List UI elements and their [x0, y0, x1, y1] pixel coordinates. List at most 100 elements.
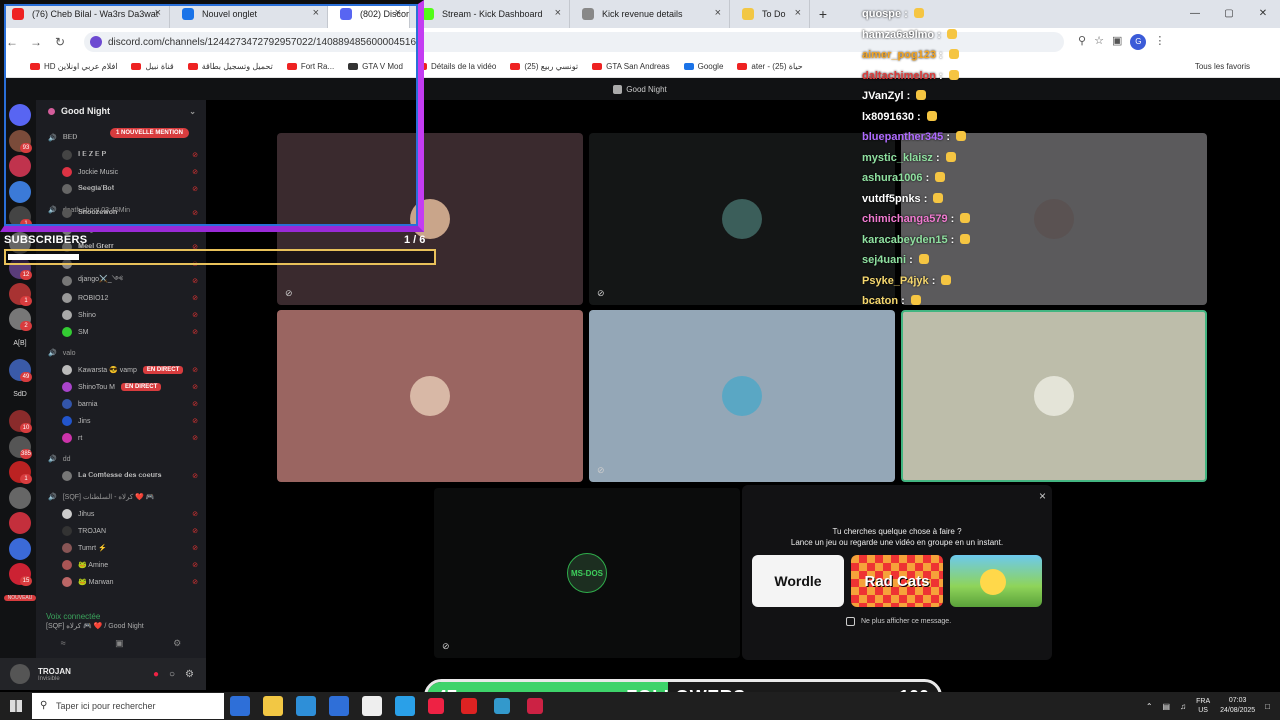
browser-tab[interactable]: (76) Cheb Bilal - Wa3rs Da3wat ×	[0, 0, 170, 28]
camera-icon[interactable]: ▣	[115, 638, 124, 649]
volume-icon[interactable]: ♫	[1180, 702, 1186, 711]
server-label[interactable]: NOUVEAU	[4, 594, 36, 601]
voice-channel[interactable]: 🔊 [SQF] كرلاه - السلطنات ❤️ 🎮	[36, 489, 206, 505]
voice-channel[interactable]: 🔊 𝐁𝐄𝐃	[36, 130, 206, 146]
voice-member[interactable]: TROJAN ⊘	[36, 523, 206, 539]
voice-member[interactable]: Kawarsta 😎 vamp EN DIRECT ⊘	[36, 362, 206, 378]
bookmark-item[interactable]: Fort Ra...	[286, 62, 334, 71]
participant-tile[interactable]: ⊘	[589, 133, 895, 305]
voice-channel[interactable]: 🔊 valo	[36, 345, 206, 361]
voice-member[interactable]: SM ⊘	[36, 324, 206, 340]
activity-icon[interactable]: ⚙	[173, 638, 181, 649]
bookmark-item[interactable]: قناة نبيل	[131, 62, 174, 71]
browser-tab[interactable]: Stream - Kick Dashboard ×	[410, 0, 570, 28]
participant-tile[interactable]	[277, 310, 583, 482]
bookmark-item[interactable]: ater - حياة (25)	[737, 62, 803, 71]
bookmark-item[interactable]: GTA V Mod	[348, 62, 403, 71]
mute-mic-icon[interactable]: ●	[153, 669, 159, 680]
game-card-rad-cats[interactable]: Rad Cats	[851, 555, 943, 607]
voice-member[interactable]: Jockie Music ⊘	[36, 164, 206, 180]
close-window-icon[interactable]: ✕	[1246, 0, 1280, 28]
voice-channel[interactable]: 🔊 dd	[36, 451, 206, 467]
taskbar-app-icon[interactable]	[428, 698, 444, 714]
close-tab-icon[interactable]: ×	[313, 7, 319, 19]
taskbar-app-icon[interactable]	[395, 696, 415, 716]
checkbox[interactable]	[846, 617, 855, 626]
language-indicator[interactable]: FRA US	[1196, 697, 1210, 715]
game-card-farm[interactable]	[950, 555, 1042, 607]
close-tab-icon[interactable]: ×	[555, 7, 561, 19]
browser-tab[interactable]: Nouvel onglet ×	[170, 0, 328, 28]
taskbar-app-icon[interactable]	[296, 696, 316, 716]
close-tab-icon[interactable]: ×	[795, 7, 801, 19]
taskbar-app-icon[interactable]	[494, 698, 510, 714]
voice-member[interactable]: 🐸 Amine ⊘	[36, 557, 206, 573]
headset-icon[interactable]: ○	[169, 669, 175, 680]
taskbar-app-icon[interactable]	[329, 696, 349, 716]
bookmark-item[interactable]: HD افلام عربي اونلاين	[30, 62, 117, 71]
close-tab-icon[interactable]: ×	[155, 7, 161, 19]
participant-tile[interactable]: ⊘	[589, 310, 895, 482]
voice-member[interactable]: barnia ⊘	[36, 396, 206, 412]
close-tab-icon[interactable]: ×	[395, 7, 401, 19]
star-icon[interactable]: ☆	[1094, 34, 1104, 50]
participant-tile[interactable]	[901, 310, 1207, 482]
user-avatar[interactable]	[10, 664, 30, 684]
voice-member[interactable]: 𝐈 𝐄 𝐙 𝐄 𝐏 ⊘	[36, 147, 206, 163]
participant-tile[interactable]: MS-DOS ⊘	[434, 488, 740, 658]
taskbar-app-icon[interactable]	[263, 696, 283, 716]
all-bookmarks[interactable]: Tous les favoris	[1195, 62, 1250, 71]
forward-icon[interactable]: →	[24, 35, 48, 49]
voice-member[interactable]: Shino ⊘	[36, 307, 206, 323]
taskbar-app-icon[interactable]	[362, 696, 382, 716]
taskbar-app-icon[interactable]	[230, 696, 250, 716]
voice-member[interactable]: rt ⊘	[36, 430, 206, 446]
voice-member[interactable]: ROBIO12 ⊘	[36, 290, 206, 306]
maximize-icon[interactable]: ▢	[1212, 0, 1246, 28]
voice-member[interactable]: ShinoTou M EN DIRECT ⊘	[36, 379, 206, 395]
new-tab-button[interactable]: +	[810, 0, 836, 28]
participant-tile[interactable]: ⊘	[277, 133, 583, 305]
site-info-icon[interactable]	[90, 36, 102, 48]
voice-member[interactable]: django⚔️_༺ ⊘	[36, 273, 206, 289]
zoom-icon[interactable]: ⚲	[1078, 34, 1086, 50]
extension-icon[interactable]: ▣	[1112, 34, 1122, 50]
taskbar-search[interactable]: ⚲ Taper ici pour rechercher	[32, 693, 224, 719]
bookmark-item[interactable]: GTA San Andreas	[592, 62, 670, 71]
browser-tab[interactable]: (802) Discord | كرلاه×	[328, 0, 410, 28]
server-icon[interactable]	[9, 104, 31, 126]
voice-member[interactable]: Jins ⊘	[36, 413, 206, 429]
voice-member[interactable]: 🐸 Marwan ⊘	[36, 574, 206, 590]
browser-tab[interactable]: Kick revenue details ×	[570, 0, 730, 28]
voice-member[interactable]: Tumrt ⚡ ⊘	[36, 540, 206, 556]
menu-icon[interactable]: ⋮	[1154, 34, 1165, 50]
start-button[interactable]	[0, 692, 32, 720]
bookmark-item[interactable]: (25) تونسي ربيع	[510, 62, 578, 71]
back-icon[interactable]: ←	[0, 35, 24, 49]
bookmark-item[interactable]: تحميل وتسجيل بطاقة	[187, 62, 273, 71]
reload-icon[interactable]: ↻	[48, 35, 72, 49]
close-icon[interactable]: ×	[1039, 489, 1046, 503]
profile-avatar[interactable]: G	[1130, 34, 1147, 50]
server-icon[interactable]	[9, 512, 31, 534]
chevron-down-icon[interactable]: ⌄	[189, 107, 196, 116]
server-label[interactable]: SdD	[6, 391, 34, 398]
voice-member[interactable]: Jihus ⊘	[36, 506, 206, 522]
minimize-icon[interactable]: —	[1178, 0, 1212, 28]
chevron-up-icon[interactable]: ⌃	[1146, 702, 1153, 711]
gear-icon[interactable]: ⚙	[185, 669, 194, 680]
dont-show-again[interactable]: Ne plus afficher ce message.	[846, 617, 951, 626]
bookmark-item[interactable]: Détails de la vidéo	[416, 62, 496, 71]
noise-icon[interactable]: ≈	[61, 638, 66, 649]
server-icon[interactable]	[9, 180, 31, 203]
notification-icon[interactable]: □	[1265, 702, 1270, 711]
taskbar-app-icon[interactable]	[527, 698, 543, 714]
voice-status[interactable]: Voix connectée	[46, 612, 100, 621]
voice-member[interactable]: 𝐋𝐚 𝐂𝐨𝐦𝐭𝐞𝐬𝐬𝐞 𝐝𝐞𝐬 𝐜𝐨𝐞𝐮𝐫𝐬 ⊘	[36, 468, 206, 484]
server-label[interactable]: A[B]	[6, 340, 34, 347]
server-header[interactable]: Good Night ⌄	[36, 100, 206, 122]
bookmark-item[interactable]: Google	[683, 62, 723, 71]
clock[interactable]: 07:03 24/08/2025	[1220, 696, 1255, 716]
network-icon[interactable]: ▤	[1163, 702, 1171, 711]
server-icon[interactable]	[9, 486, 31, 509]
